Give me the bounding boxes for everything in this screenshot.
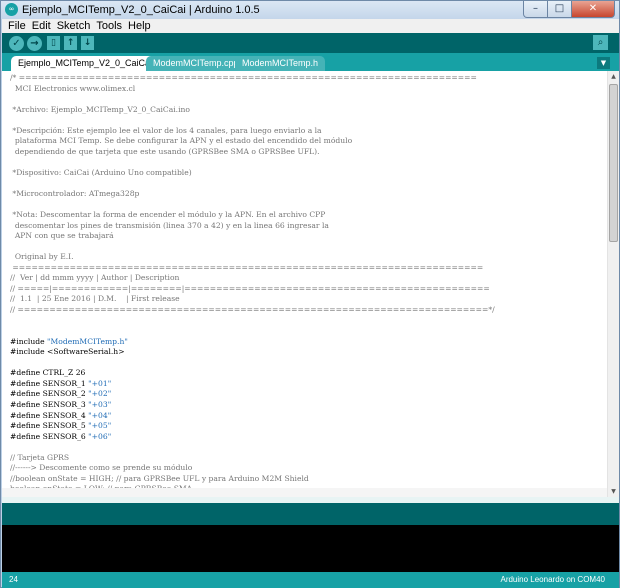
code-line[interactable]: #include <SoftwareSerial.h>	[10, 347, 602, 358]
toolbar: ✓ → ▯ ↑ ↓ ⌕	[2, 33, 619, 53]
message-bar	[2, 503, 619, 525]
maximize-button[interactable]: □	[548, 1, 572, 18]
code-line[interactable]: *Microcontrolador: ATmega328p	[10, 189, 602, 200]
code-line[interactable]: *Descripción: Este ejemplo lee el valor …	[10, 126, 602, 137]
code-line[interactable]	[10, 94, 602, 105]
code-line[interactable]: // Ver | dd mmm yyyy | Author | Descript…	[10, 273, 602, 284]
code-line[interactable]: Original by E.I.	[10, 252, 602, 263]
menu-edit[interactable]: Edit	[29, 19, 54, 33]
code-line[interactable]: MCI Electronics www.olimex.cl	[10, 84, 602, 95]
code-line[interactable]: #define SENSOR_2 "+02"	[10, 389, 602, 400]
close-button[interactable]: ✕	[572, 1, 615, 18]
code-line[interactable]: #define SENSOR_6 "+06"	[10, 432, 602, 443]
console-output[interactable]	[2, 525, 619, 572]
code-line[interactable]: ========================================…	[10, 263, 602, 274]
editor-bottom-gutter	[2, 488, 607, 497]
code-line[interactable]: #define SENSOR_3 "+03"	[10, 400, 602, 411]
tab-main-sketch[interactable]: Ejemplo_MCITemp_V2_0_CaiCai §	[11, 56, 167, 71]
code-line[interactable]: plataforma MCI Temp. Se debe configurar …	[10, 136, 602, 147]
code-line[interactable]	[10, 178, 602, 189]
code-string-literal: "+01"	[88, 378, 112, 388]
board-port-label: Arduino Leonardo on COM40	[500, 575, 605, 584]
window-controls: – □ ✕	[523, 1, 615, 18]
save-sketch-icon[interactable]: ↓	[81, 36, 94, 50]
code-line[interactable]: #define SENSOR_1 "+01"	[10, 379, 602, 390]
menu-help[interactable]: Help	[125, 19, 154, 33]
code-token: #include	[10, 336, 48, 346]
code-line[interactable]: APN con que se trabajará	[10, 231, 602, 242]
code-string-literal: "+05"	[88, 421, 112, 431]
code-line[interactable]: /* =====================================…	[10, 73, 602, 84]
upload-icon[interactable]: →	[27, 36, 42, 51]
tab-modem-h[interactable]: ModemMCITemp.h	[235, 56, 326, 71]
tab-bar: Ejemplo_MCITemp_V2_0_CaiCai § ModemMCITe…	[2, 53, 619, 71]
title-bar[interactable]: ∞ Ejemplo_MCITemp_V2_0_CaiCai | Arduino …	[1, 1, 619, 19]
code-token: #define SENSOR_3	[10, 399, 89, 409]
footer-bar: 24 Arduino Leonardo on COM40	[2, 572, 619, 588]
code-line[interactable]: #define SENSOR_4 "+04"	[10, 411, 602, 422]
code-line[interactable]: //------> Descomente como se prende su m…	[10, 463, 602, 474]
code-text[interactable]: /* =====================================…	[10, 73, 602, 495]
scrollbar-thumb[interactable]	[609, 84, 618, 242]
menu-tools[interactable]: Tools	[93, 19, 125, 33]
open-sketch-icon[interactable]: ↑	[64, 36, 77, 50]
code-line[interactable]	[10, 326, 602, 337]
code-line[interactable]: //boolean onState = HIGH; // para GPRSBe…	[10, 474, 602, 485]
window-title: Ejemplo_MCITemp_V2_0_CaiCai | Arduino 1.…	[22, 4, 260, 16]
code-string-literal: "+04"	[88, 410, 112, 420]
code-line[interactable]	[10, 242, 602, 253]
code-line[interactable]: // Tarjeta GPRS	[10, 453, 602, 464]
code-line[interactable]: dependiendo de que tarjeta que este usan…	[10, 147, 602, 158]
code-line[interactable]: *Archivo: Ejemplo_MCITemp_V2_0_CaiCai.in…	[10, 105, 602, 116]
code-editor[interactable]: /* =====================================…	[2, 71, 619, 497]
verify-icon[interactable]: ✓	[9, 36, 24, 51]
code-string-literal: "+03"	[88, 399, 112, 409]
code-line[interactable]: #define SENSOR_5 "+05"	[10, 421, 602, 432]
code-string-literal: "+06"	[88, 431, 112, 441]
code-string-literal: "ModemMCITemp.h"	[47, 336, 128, 346]
code-line[interactable]	[10, 358, 602, 369]
code-line[interactable]	[10, 316, 602, 327]
menu-bar: File Edit Sketch Tools Help	[2, 19, 619, 33]
code-line[interactable]	[10, 157, 602, 168]
menu-file[interactable]: File	[2, 19, 29, 33]
code-token: #define SENSOR_4	[10, 410, 89, 420]
code-line[interactable]	[10, 200, 602, 211]
code-line[interactable]: // 1.1 | 25 Ene 2016 | D.M. | First rele…	[10, 294, 602, 305]
tab-menu-icon[interactable]: ▼	[597, 57, 610, 69]
new-sketch-icon[interactable]: ▯	[47, 36, 60, 50]
scroll-down-icon[interactable]: ▼	[608, 486, 619, 497]
code-line[interactable]: #include "ModemMCITemp.h"	[10, 337, 602, 348]
tab-modem-cpp[interactable]: ModemMCITemp.cpp	[146, 56, 246, 71]
minimize-button[interactable]: –	[523, 1, 548, 18]
arduino-ide-window: ∞ Ejemplo_MCITemp_V2_0_CaiCai | Arduino …	[0, 0, 620, 588]
code-token: #define SENSOR_6	[10, 431, 89, 441]
serial-monitor-icon[interactable]: ⌕	[593, 35, 608, 50]
line-number: 24	[9, 575, 18, 584]
code-line[interactable]: *Dispositivo: CaiCai (Arduino Uno compat…	[10, 168, 602, 179]
code-string-literal: "+02"	[88, 389, 112, 399]
code-line[interactable]	[10, 442, 602, 453]
code-line[interactable]: *Nota: Descomentar la forma de encender …	[10, 210, 602, 221]
code-line[interactable]: // =====================================…	[10, 305, 602, 316]
scroll-up-icon[interactable]: ▲	[608, 71, 619, 82]
code-token: #define SENSOR_2	[10, 389, 89, 399]
code-line[interactable]: descomentar los pines de transmisión (li…	[10, 221, 602, 232]
code-line[interactable]	[10, 115, 602, 126]
code-line[interactable]: #define CTRL_Z 26	[10, 368, 602, 379]
code-token: #define SENSOR_1	[10, 378, 89, 388]
vertical-scrollbar[interactable]: ▲ ▼	[607, 71, 619, 497]
code-line[interactable]: // =====|============|========|=========…	[10, 284, 602, 295]
code-token: #define SENSOR_5	[10, 421, 89, 431]
arduino-logo-icon: ∞	[5, 3, 18, 16]
menu-sketch[interactable]: Sketch	[54, 19, 94, 33]
